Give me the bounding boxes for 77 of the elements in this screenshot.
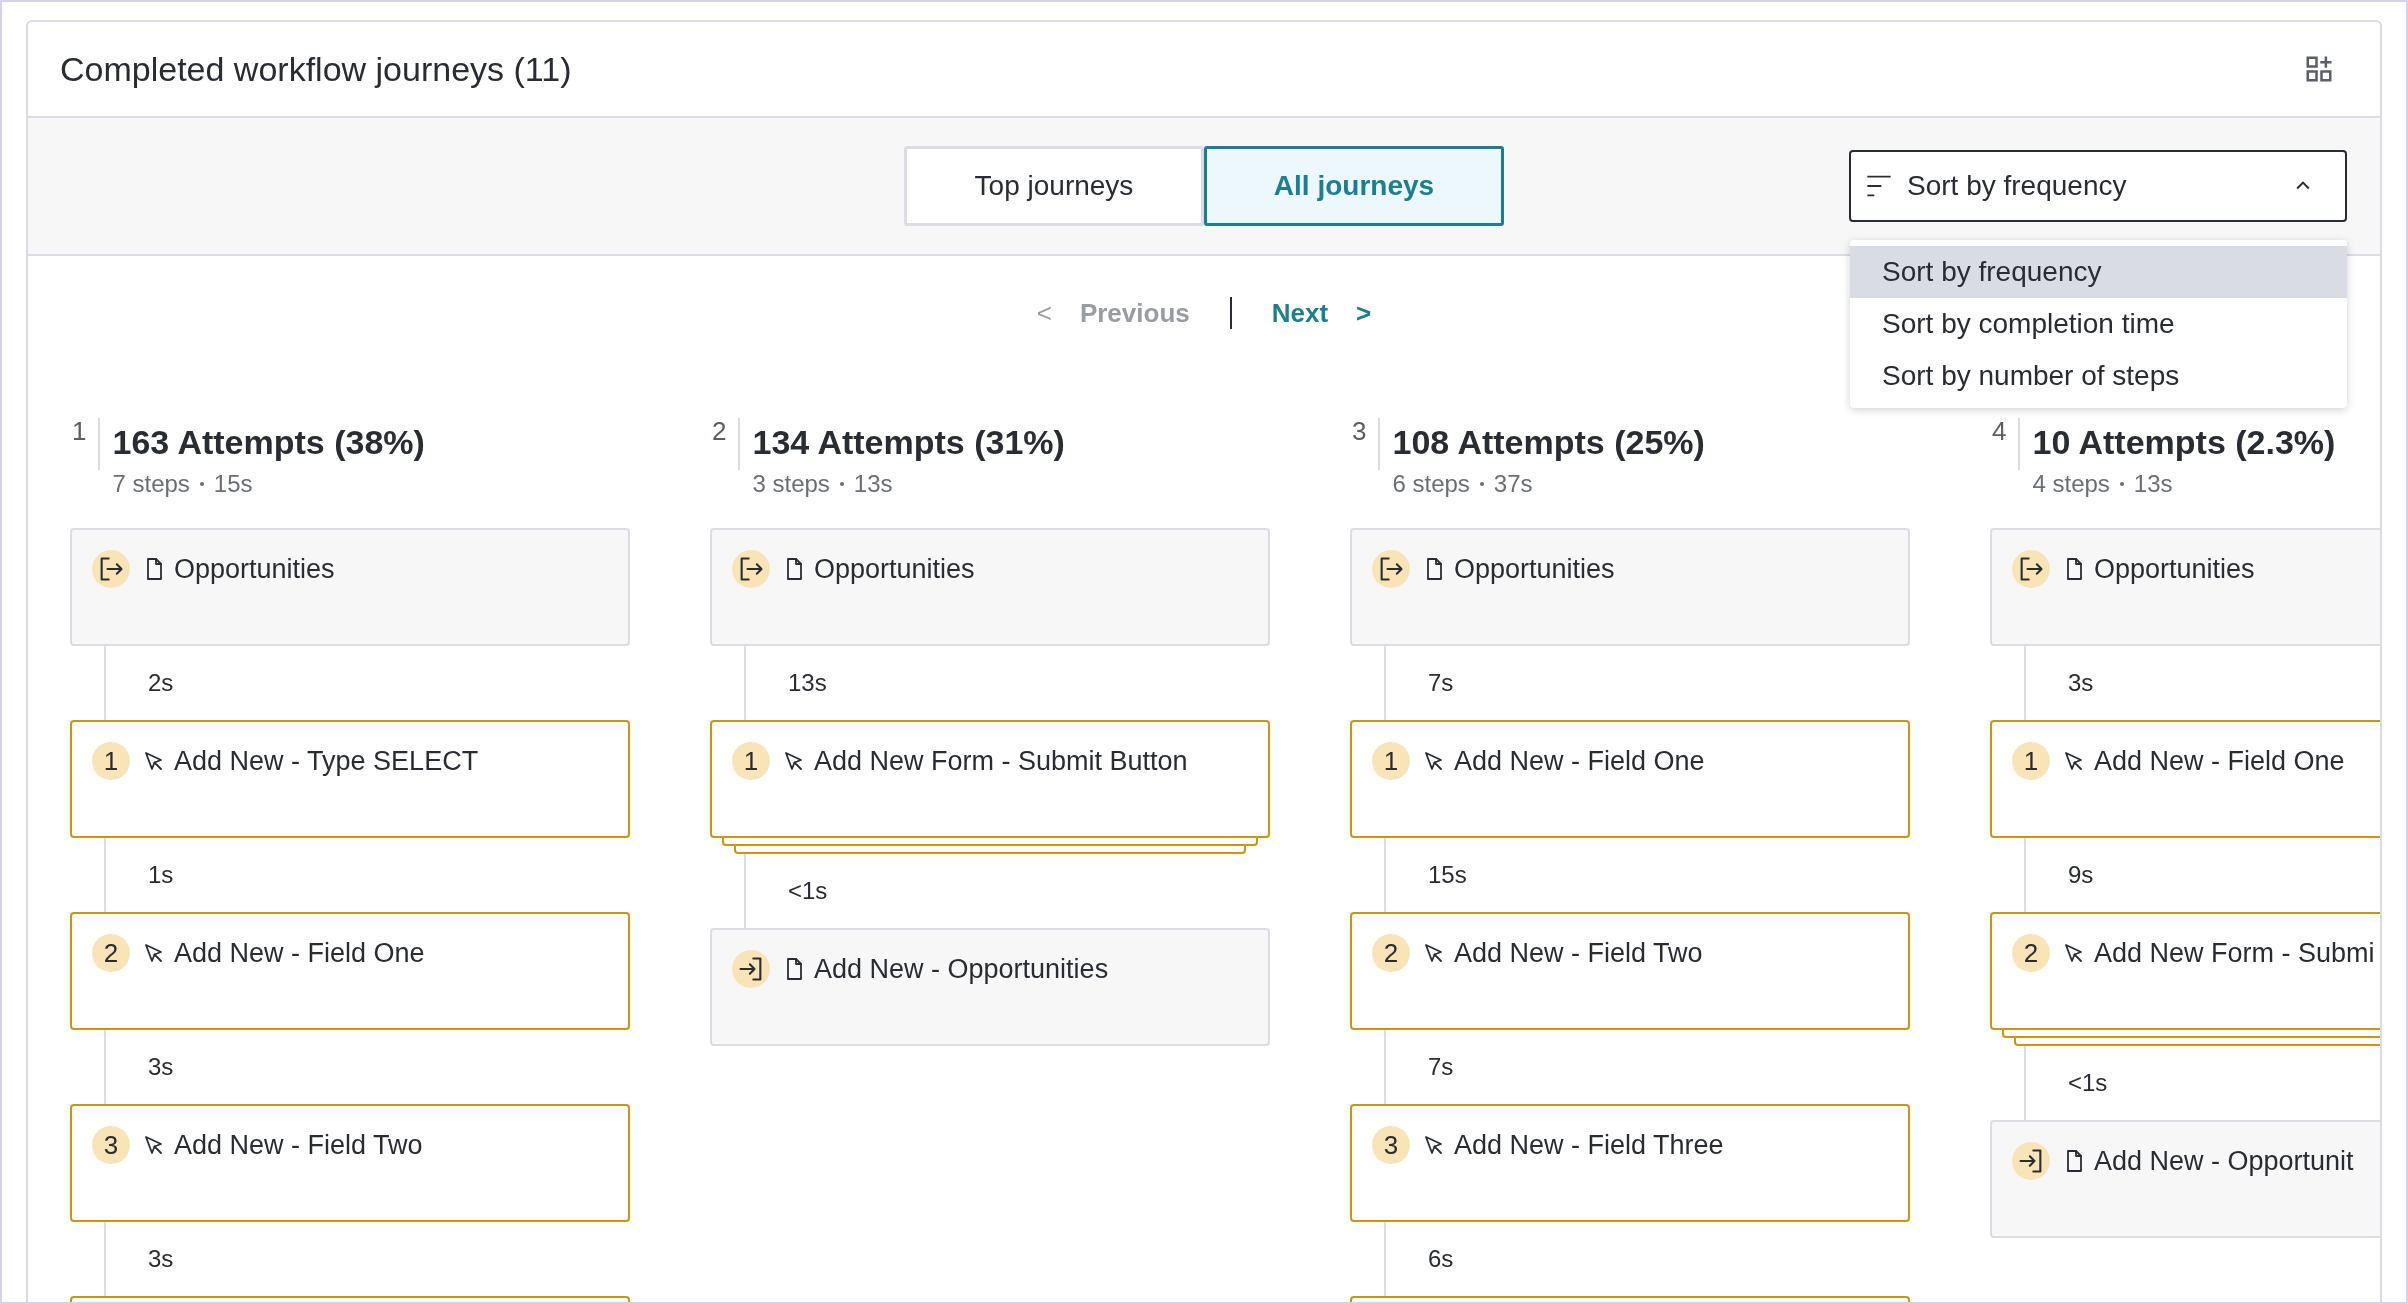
step-card[interactable]: 2 Add New - Field Two — [1350, 912, 1910, 1030]
sort-option[interactable]: Sort by frequency — [1850, 246, 2347, 298]
journey-title: 134 Attempts (31%) — [752, 422, 1065, 462]
step-duration: 3s — [148, 1244, 174, 1274]
step-duration: 3s — [2068, 668, 2094, 698]
journey-duration: 13s — [853, 469, 893, 499]
step-label: Add New - Field Three — [1454, 1128, 1724, 1162]
step-duration: 7s — [1428, 1052, 1454, 1082]
step-number: 3 — [92, 1126, 130, 1164]
step-card[interactable]: Opportunities — [1350, 528, 1910, 646]
step-label: Opportunities — [174, 552, 335, 586]
journey-duration: 13s — [2133, 469, 2173, 499]
step-card[interactable]: 3 Add New - Field Two — [70, 1104, 630, 1222]
tab[interactable]: Top journeys — [904, 146, 1204, 226]
step-card[interactable]: 3 Add New - Field Three — [1350, 1104, 1910, 1222]
journey-duration: 37s — [1493, 469, 1533, 499]
step-label: Opportunities — [1454, 552, 1615, 586]
step-card[interactable]: 1 Add New - Field One — [1350, 720, 1910, 838]
sort-dropdown[interactable]: Sort by frequency — [1849, 150, 2347, 222]
step-number: 2 — [1372, 934, 1410, 972]
sort-option[interactable]: Sort by completion time — [1850, 298, 2347, 350]
step-card[interactable]: 2 Add New - Field One — [70, 912, 630, 1030]
step-duration: 13s — [788, 668, 827, 698]
step-label: Add New - Opportunit — [2094, 1144, 2354, 1178]
step-card[interactable]: 1 Add New - Field One — [1990, 720, 2380, 838]
step-card[interactable]: 1 Add New Form - Submit Button — [710, 720, 1270, 838]
add-widget-icon[interactable] — [2304, 54, 2334, 84]
sort-option[interactable]: Sort by number of steps — [1850, 350, 2347, 402]
step-count: 6 steps — [1392, 469, 1470, 499]
step-number: 1 — [1372, 742, 1410, 780]
step-label: Add New Form - Submi — [2094, 936, 2375, 970]
step-number: 1 — [92, 742, 130, 780]
step-duration: 15s — [1428, 860, 1467, 890]
step-label: Opportunities — [2094, 552, 2255, 586]
step-card[interactable]: Add New - Opportunit — [1990, 1120, 2380, 1238]
step-count: 7 steps — [112, 469, 190, 499]
step-duration: <1s — [2068, 1068, 2108, 1098]
journey-title: 10 Attempts (2.3%) — [2032, 422, 2336, 462]
journey-title: 108 Attempts (25%) — [1392, 422, 1705, 462]
step-label: Opportunities — [814, 552, 975, 586]
step-card[interactable]: Opportunities — [1990, 528, 2380, 646]
step-duration: 6s — [1428, 1244, 1454, 1274]
journey-duration: 15s — [213, 469, 253, 499]
step-label: Add New - Field One — [174, 936, 425, 970]
step-label: Add New - Field One — [2094, 744, 2345, 778]
step-label: Add New - Opportunities — [814, 952, 1109, 986]
journey-rank: 2 — [712, 418, 741, 470]
tab[interactable]: All journeys — [1204, 146, 1504, 226]
step-label: Add New - Field Two — [174, 1128, 423, 1162]
step-number: 1 — [732, 742, 770, 780]
journey-rank: 1 — [72, 418, 101, 470]
step-label: Add New - Field One — [1454, 744, 1705, 778]
step-card[interactable]: 1 Add New - Type SELECT — [70, 720, 630, 838]
step-card[interactable]: 2 Add New Form - Submi — [1990, 912, 2380, 1030]
journey-rank: 3 — [1352, 418, 1381, 470]
step-duration: 9s — [2068, 860, 2094, 890]
step-duration: 1s — [148, 860, 174, 890]
step-number: 2 — [92, 934, 130, 972]
step-card[interactable]: Opportunities — [70, 528, 630, 646]
step-number: 3 — [1372, 1126, 1410, 1164]
step-duration: 2s — [148, 668, 174, 698]
step-card[interactable]: Add New - Opportunities — [710, 928, 1270, 1046]
step-duration: 7s — [1428, 668, 1454, 698]
step-label: Add New Form - Submit Button — [814, 744, 1188, 778]
step-count: 3 steps — [752, 469, 830, 499]
step-duration: <1s — [788, 876, 828, 906]
step-label: Add New - Type SELECT — [174, 744, 479, 778]
step-duration: 3s — [148, 1052, 174, 1082]
step-count: 4 steps — [2032, 469, 2110, 499]
journey-title: 163 Attempts (38%) — [112, 422, 425, 462]
journey-rank: 4 — [1992, 418, 2021, 470]
card-title: Completed workflow journeys (11) — [60, 48, 572, 90]
step-card[interactable]: Opportunities — [710, 528, 1270, 646]
step-label: Add New - Field Two — [1454, 936, 1703, 970]
step-number: 1 — [2012, 742, 2050, 780]
step-number: 2 — [2012, 934, 2050, 972]
next-link[interactable]: Next > — [1271, 293, 1372, 333]
